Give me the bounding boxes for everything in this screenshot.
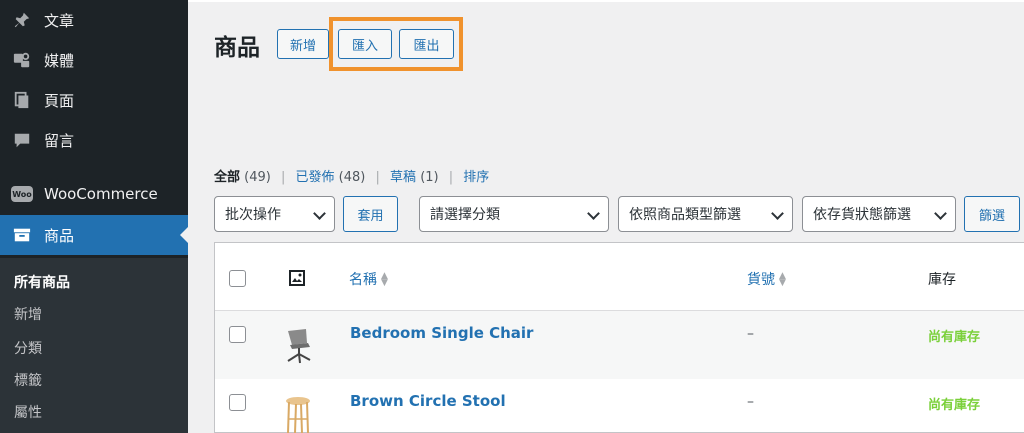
view-separator: |: [375, 170, 380, 185]
menu-label-pages: 頁面: [44, 91, 75, 110]
menu-label-posts: 文章: [44, 11, 75, 30]
submenu-categories[interactable]: 分類: [14, 338, 42, 358]
woocommerce-icon: Woo: [10, 182, 34, 206]
submenu-add-new[interactable]: 新增: [14, 304, 42, 324]
row-checkbox[interactable]: [229, 394, 246, 411]
sort-icon: ▲ ▼: [381, 271, 388, 288]
filter-button[interactable]: 篩選: [964, 196, 1020, 232]
view-sort[interactable]: 排序: [463, 170, 489, 185]
table-row: Bedroom Single Chair – 尚有庫存: [215, 311, 1024, 379]
products-table: 名稱 ▲ ▼ 貨號 ▲ ▼ 庫存 Bedroom Single Chair – 尚有庫存: [214, 242, 1024, 433]
menu-label-media: 媒體: [44, 51, 75, 70]
menu-item-woocommerce[interactable]: Woo WooCommerce: [0, 174, 188, 214]
category-filter-select[interactable]: 請選擇分類: [419, 196, 609, 232]
bulk-actions-select[interactable]: 批次操作: [214, 196, 335, 232]
bulk-actions-value: 批次操作: [225, 207, 281, 223]
import-button[interactable]: 匯入: [338, 29, 392, 59]
column-sku-label: 貨號: [747, 272, 775, 288]
stock-filter-value: 依存貨狀態篩選: [813, 207, 911, 223]
menu-item-media[interactable]: 媒體: [0, 40, 188, 80]
view-published-count: (48): [338, 170, 366, 185]
menu-label-products: 商品: [44, 226, 75, 245]
chevron-down-icon: [313, 207, 326, 220]
woocommerce-badge: Woo: [11, 186, 33, 202]
view-published[interactable]: 已發佈: [296, 170, 335, 185]
media-icon: [10, 48, 34, 72]
page-title: 商品: [214, 35, 260, 61]
product-sku: –: [747, 394, 754, 410]
add-new-button[interactable]: 新增: [277, 29, 329, 59]
table-header: 名稱 ▲ ▼ 貨號 ▲ ▼ 庫存: [215, 243, 1024, 311]
admin-sidebar: 文章 媒體 頁面 留言 Woo WooCommerce 商品 所有商品 新增 分…: [0, 0, 188, 433]
apply-button[interactable]: 套用: [343, 196, 398, 232]
menu-label-woocommerce: WooCommerce: [44, 185, 158, 203]
chevron-down-icon: [934, 207, 947, 220]
product-name-link[interactable]: Brown Circle Stool: [350, 392, 506, 410]
chevron-down-icon: [771, 207, 784, 220]
status-views: 全部 (49) | 已發佈 (48) | 草稿 (1) | 排序: [214, 166, 489, 185]
submenu-all-products[interactable]: 所有商品: [14, 272, 70, 292]
view-all-count: (49): [244, 170, 271, 185]
column-sku-header[interactable]: 貨號 ▲ ▼: [747, 269, 786, 289]
row-checkbox[interactable]: [229, 326, 246, 343]
menu-item-comments[interactable]: 留言: [0, 120, 188, 160]
view-separator: |: [280, 170, 286, 185]
view-draft[interactable]: 草稿: [390, 170, 416, 185]
menu-item-products[interactable]: 商品: [0, 215, 188, 255]
pages-icon: [10, 88, 34, 112]
column-name-header[interactable]: 名稱 ▲ ▼: [349, 269, 388, 289]
stock-status: 尚有庫存: [928, 330, 981, 345]
product-type-filter-value: 依照商品類型篩選: [629, 207, 741, 223]
comment-icon: [10, 128, 34, 152]
active-menu-arrow: [180, 227, 188, 243]
column-stock-header: 庫存: [928, 272, 956, 288]
products-submenu: 所有商品 新增 分類 標籤 屬性: [0, 258, 188, 433]
pin-icon: [10, 8, 34, 32]
product-type-filter-select[interactable]: 依照商品類型篩選: [618, 196, 793, 232]
submenu-tags[interactable]: 標籤: [14, 370, 42, 390]
sort-icon: ▲ ▼: [779, 271, 786, 288]
export-button[interactable]: 匯出: [399, 29, 454, 59]
top-strip: [188, 0, 1024, 2]
main-content: 商品 新增 匯入 匯出 全部 (49) | 已發佈 (48) | 草稿 (1) …: [188, 0, 1024, 433]
product-sku: –: [747, 326, 754, 342]
menu-label-comments: 留言: [44, 131, 75, 150]
view-draft-count: (1): [420, 170, 439, 185]
product-name-link[interactable]: Bedroom Single Chair: [350, 324, 533, 342]
menu-item-posts[interactable]: 文章: [0, 0, 188, 40]
table-row: Brown Circle Stool – 尚有庫存: [215, 379, 1024, 433]
product-thumbnail-stool[interactable]: [280, 395, 316, 433]
product-thumbnail-chair[interactable]: [280, 325, 316, 365]
menu-item-pages[interactable]: 頁面: [0, 80, 188, 120]
select-all-checkbox[interactable]: [229, 270, 246, 287]
stock-status: 尚有庫存: [928, 398, 981, 413]
view-all[interactable]: 全部: [214, 170, 240, 185]
chevron-down-icon: [587, 207, 600, 220]
category-filter-value: 請選擇分類: [430, 207, 500, 223]
column-name-label: 名稱: [349, 272, 377, 288]
image-icon: [289, 270, 305, 290]
view-separator: |: [448, 170, 454, 185]
stock-filter-select[interactable]: 依存貨狀態篩選: [802, 196, 956, 232]
archive-icon: [10, 223, 34, 247]
submenu-attributes[interactable]: 屬性: [14, 402, 42, 422]
